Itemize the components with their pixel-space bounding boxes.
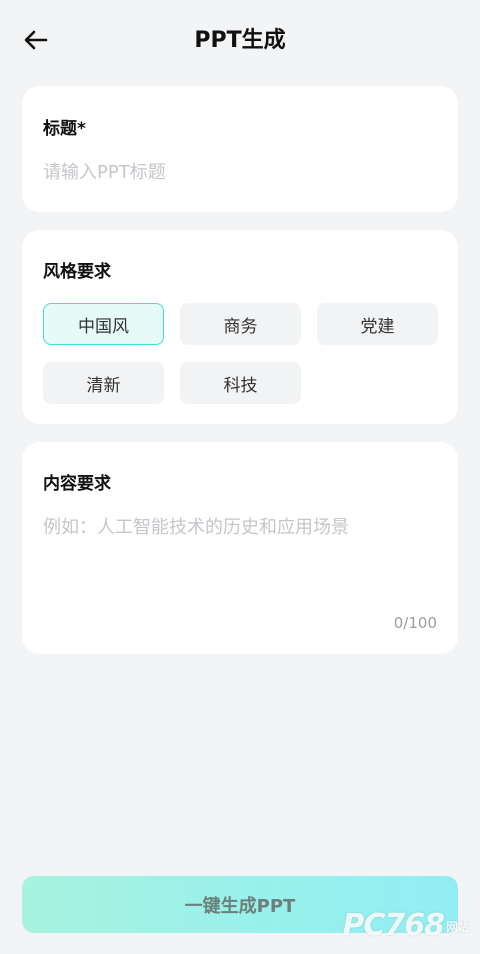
char-counter: 0/100 xyxy=(393,614,437,632)
content-card: 内容要求 0/100 xyxy=(22,442,458,654)
content-textarea[interactable] xyxy=(43,514,437,614)
style-option-tech[interactable]: 科技 xyxy=(180,362,301,404)
style-card: 风格要求 中国风 商务 党建 清新 科技 xyxy=(22,230,458,424)
style-label: 风格要求 xyxy=(43,262,111,282)
style-option-fresh[interactable]: 清新 xyxy=(43,362,164,404)
style-option-party[interactable]: 党建 xyxy=(317,303,438,345)
watermark-logo: PC768 网站 xyxy=(342,908,469,943)
title-input[interactable] xyxy=(43,156,435,188)
style-option-business[interactable]: 商务 xyxy=(180,303,301,345)
watermark-sub: 网站 xyxy=(445,920,469,934)
page-title: PPT生成 xyxy=(194,28,286,53)
title-label: 标题* xyxy=(43,119,86,139)
watermark-text: PC768 xyxy=(342,908,445,943)
title-card: 标题* xyxy=(22,86,458,212)
ppt-generate-page: PPT生成 标题* 风格要求 中国风 商务 党建 清新 科技 内容要求 0/10… xyxy=(0,0,480,954)
content-label: 内容要求 xyxy=(43,474,111,494)
top-bar: PPT生成 xyxy=(0,0,480,76)
style-option-chinese[interactable]: 中国风 xyxy=(43,303,164,345)
